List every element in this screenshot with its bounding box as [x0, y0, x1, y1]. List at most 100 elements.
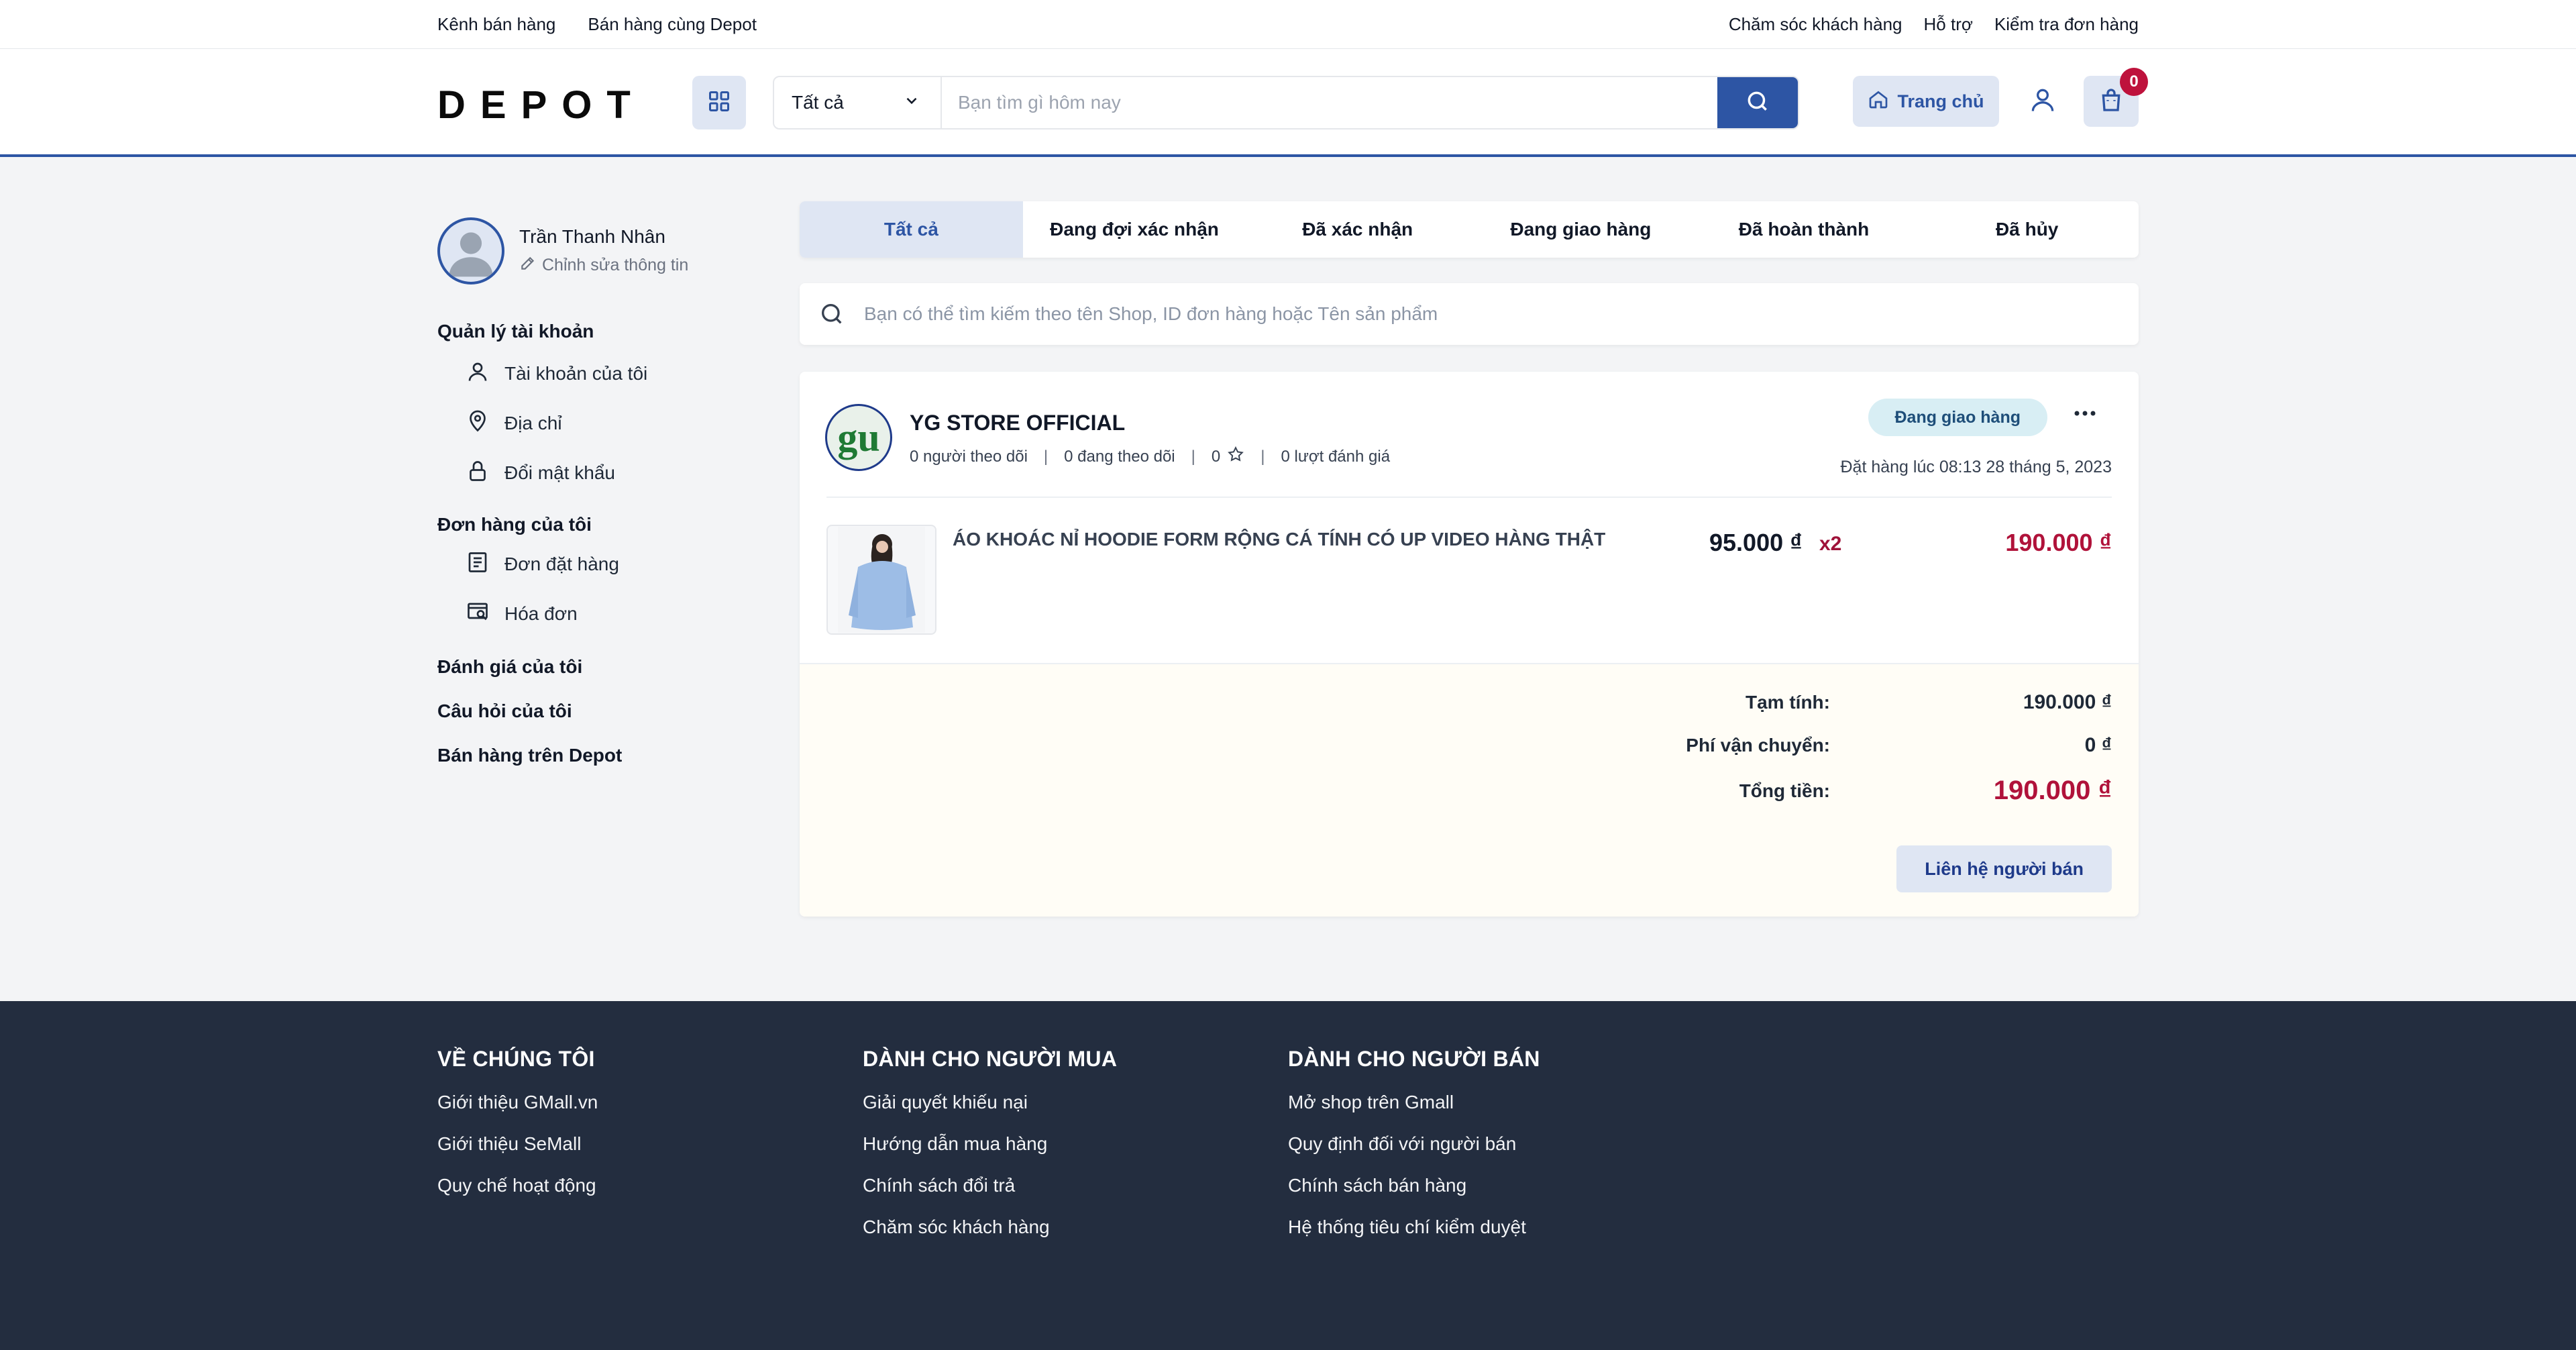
section-my-reviews[interactable]: Đánh giá của tôi	[437, 656, 733, 678]
order-status-badge: Đang giao hàng	[1868, 399, 2047, 436]
subtotal-label: Tạm tính:	[1746, 692, 1830, 713]
contact-seller-button[interactable]: Liên hệ người bán	[1896, 845, 2112, 892]
edit-icon	[519, 254, 537, 276]
category-select[interactable]: Tất cả	[774, 77, 942, 128]
footer-buyers-title: DÀNH CHO NGƯỜI MUA	[863, 1047, 1118, 1071]
total-label: Tổng tiền:	[1739, 780, 1830, 801]
search-icon	[800, 301, 864, 327]
more-horizontal-icon	[2073, 409, 2097, 421]
top-right-links: Chăm sóc khách hàng Hỗ trợ Kiểm tra đơn …	[1729, 0, 2139, 48]
avatar[interactable]	[437, 217, 504, 284]
search-bar: Tất cả	[773, 76, 1799, 129]
section-my-orders[interactable]: Đơn hàng của tôi	[437, 514, 733, 535]
depot-logo[interactable]: DEPOT	[437, 83, 645, 127]
footer-link[interactable]: Quy định đối với người bán	[1288, 1133, 1540, 1155]
footer-buyers: DÀNH CHO NGƯỜI MUA Giải quyết khiếu nại …	[863, 1047, 1117, 1258]
footer-sellers-title: DÀNH CHO NGƯỜI BÁN	[1288, 1047, 1540, 1071]
shop-following: 0 đang theo dõi	[1064, 447, 1175, 466]
user-icon	[2028, 85, 2057, 118]
shop-reviews-count: 0 lượt đánh giá	[1281, 447, 1391, 466]
lock-icon	[466, 459, 490, 488]
footer-link[interactable]: Chính sách đổi trả	[863, 1175, 1117, 1196]
tab-shipping[interactable]: Đang giao hàng	[1469, 201, 1693, 258]
subtotal-value: 190.000 ₫	[2023, 691, 2112, 713]
search-input[interactable]	[942, 77, 1717, 128]
footer-link[interactable]: Hướng dẫn mua hàng	[863, 1133, 1117, 1155]
order-search-input[interactable]	[864, 283, 2139, 345]
total-row: Tổng tiền: 190.000 ₫	[800, 776, 2112, 806]
edit-profile-link[interactable]: Chỉnh sửa thông tin	[519, 254, 688, 276]
cart-button[interactable]: 0	[2084, 68, 2148, 127]
section-my-questions[interactable]: Câu hỏi của tôi	[437, 700, 733, 722]
shop-logo[interactable]: gu	[825, 404, 892, 471]
account-button[interactable]	[2019, 76, 2066, 127]
product-name[interactable]: ÁO KHOÁC NỈ HOODIE FORM RỘNG CÁ TÍNH CÓ …	[953, 529, 1605, 550]
footer-link[interactable]: Chăm sóc khách hàng	[863, 1216, 1117, 1238]
divider	[826, 497, 2112, 498]
top-utility-bar: Kênh bán hàng Bán hàng cùng Depot Chăm s…	[0, 0, 2576, 48]
invoice-search-icon	[466, 600, 490, 629]
footer-link[interactable]: Quy chế hoạt động	[437, 1175, 598, 1196]
sidebar-item-label: Tài khoản của tôi	[504, 363, 648, 384]
shop-rating: 0	[1212, 446, 1244, 468]
tab-pending-confirmation[interactable]: Đang đợi xác nhận	[1023, 201, 1246, 258]
top-left-links: Kênh bán hàng Bán hàng cùng Depot	[437, 0, 757, 48]
footer-link[interactable]: Giới thiệu SeMall	[437, 1133, 598, 1155]
sidebar-item-label: Đơn đặt hàng	[504, 554, 619, 574]
shop-name[interactable]: YG STORE OFFICIAL	[910, 411, 1125, 435]
search-button[interactable]	[1717, 77, 1798, 128]
stats-separator: |	[1260, 447, 1265, 466]
tab-completed[interactable]: Đã hoàn thành	[1693, 201, 1916, 258]
shop-stats: 0 người theo dõi | 0 đang theo dõi | 0 |…	[910, 446, 1390, 468]
footer-link[interactable]: Giải quyết khiếu nại	[863, 1092, 1117, 1113]
stats-separator: |	[1043, 447, 1049, 466]
product-image[interactable]	[826, 525, 936, 635]
footer-link[interactable]: Chính sách bán hàng	[1288, 1175, 1540, 1196]
grid-icon	[707, 89, 731, 117]
sidebar-item-label: Địa chỉ	[504, 413, 562, 433]
tab-cancelled[interactable]: Đã hủy	[1915, 201, 2139, 258]
account-sidebar: Trần Thanh Nhân Chỉnh sửa thông tin Quản…	[437, 216, 733, 766]
footer-link[interactable]: Hệ thống tiêu chí kiểm duyệt	[1288, 1216, 1540, 1238]
footer-about-title: VỀ CHÚNG TÔI	[437, 1047, 595, 1071]
link-customer-care[interactable]: Chăm sóc khách hàng	[1729, 14, 1902, 35]
footer-link[interactable]: Giới thiệu GMall.vn	[437, 1092, 598, 1113]
home-button[interactable]: Trang chủ	[1853, 76, 1999, 127]
more-options-button[interactable]	[2069, 401, 2101, 428]
sidebar-item-orders[interactable]: Đơn đặt hàng	[437, 539, 733, 589]
section-sell-on-depot[interactable]: Bán hàng trên Depot	[437, 745, 733, 766]
map-pin-icon	[466, 409, 490, 438]
footer-about: VỀ CHÚNG TÔI Giới thiệu GMall.vn Giới th…	[437, 1047, 598, 1216]
category-menu-button[interactable]	[692, 76, 746, 129]
sidebar-item-address[interactable]: Địa chỉ	[437, 399, 733, 448]
footer-link[interactable]: Mở shop trên Gmall	[1288, 1092, 1540, 1113]
shopping-bag-icon	[2098, 87, 2125, 117]
link-sell-with-depot[interactable]: Bán hàng cùng Depot	[588, 14, 757, 35]
order-search-bar	[800, 283, 2139, 345]
link-check-order[interactable]: Kiểm tra đơn hàng	[1994, 14, 2139, 35]
line-total: 190.000 ₫	[2005, 529, 2112, 556]
order-time: Đặt hàng lúc 08:13 28 tháng 5, 2023	[1840, 458, 2112, 476]
total-value: 190.000 ₫	[1993, 776, 2112, 805]
receipt-icon	[466, 550, 490, 579]
cart-count-badge: 0	[2120, 68, 2148, 96]
star-icon	[1227, 446, 1244, 468]
user-name: Trần Thanh Nhân	[519, 225, 665, 247]
shipping-value: 0 ₫	[2084, 734, 2112, 756]
shop-followers: 0 người theo dõi	[910, 447, 1028, 466]
sidebar-item-invoices[interactable]: Hóa đơn	[437, 589, 733, 639]
shipping-label: Phí vận chuyển:	[1686, 735, 1830, 756]
link-sales-channel[interactable]: Kênh bán hàng	[437, 14, 555, 35]
sidebar-item-change-password[interactable]: Đổi mật khẩu	[437, 448, 733, 498]
tab-confirmed[interactable]: Đã xác nhận	[1246, 201, 1469, 258]
subtotal-row: Tạm tính: 190.000 ₫	[800, 691, 2112, 714]
tab-all[interactable]: Tất cả	[800, 201, 1023, 258]
sidebar-item-my-account[interactable]: Tài khoản của tôi	[437, 349, 733, 399]
stats-separator: |	[1191, 447, 1195, 466]
sidebar-item-label: Hóa đơn	[504, 603, 578, 624]
search-icon	[1745, 89, 1770, 117]
link-support[interactable]: Hỗ trợ	[1924, 14, 1973, 35]
edit-profile-label: Chỉnh sửa thông tin	[542, 255, 689, 274]
order-status-tabs: Tất cả Đang đợi xác nhận Đã xác nhận Đan…	[800, 201, 2139, 258]
section-account-management[interactable]: Quản lý tài khoản	[437, 321, 733, 342]
